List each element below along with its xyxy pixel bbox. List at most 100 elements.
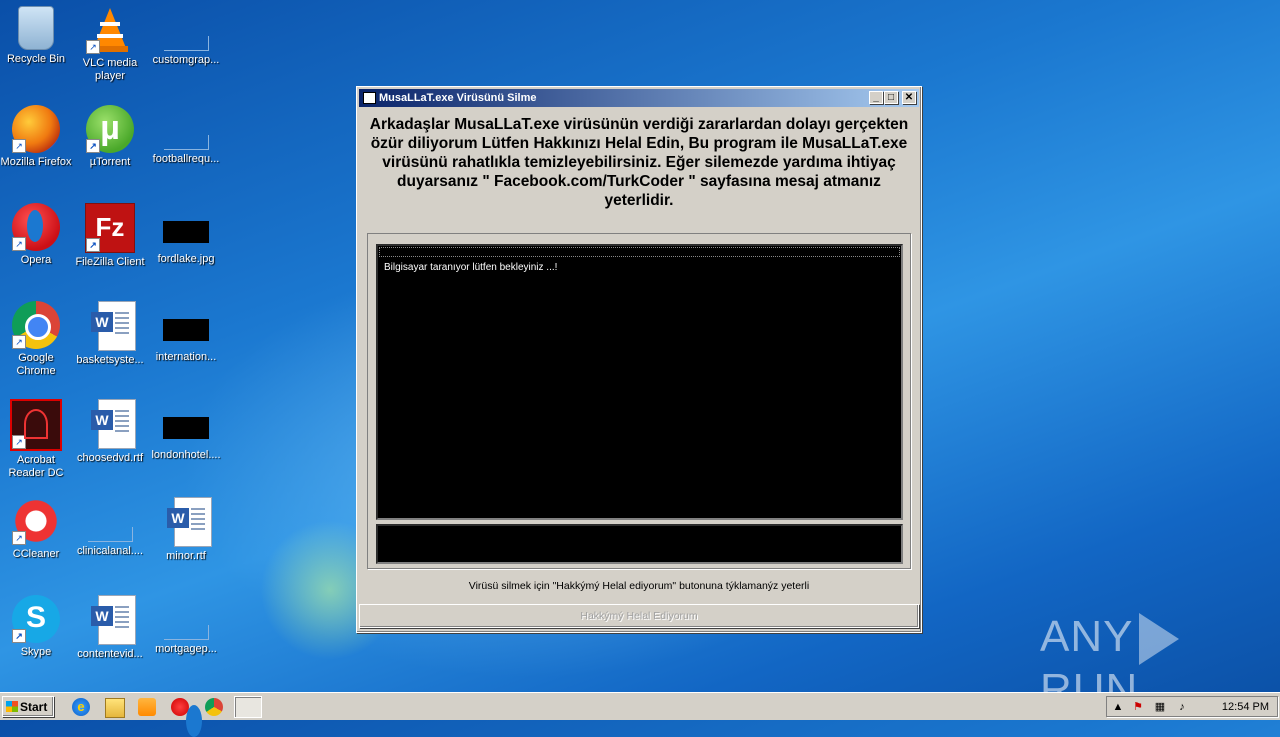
scan-status-text: Bilgisayar taranıyor lütfen bekleyiniz .… <box>384 262 558 273</box>
image-file-icon <box>163 319 209 341</box>
windows-logo-icon <box>6 701 18 712</box>
desktop-icon-label: londonhotel.... <box>151 449 221 461</box>
filezilla-icon: Fz ↗ <box>85 203 135 253</box>
opera-taskbar-icon[interactable] <box>171 698 202 737</box>
desktop-icon-label: footballrequ... <box>152 153 220 165</box>
desktop-icon-internation[interactable]: internation... <box>148 301 224 364</box>
desktop-icon-label: Skype <box>20 646 52 658</box>
desktop-icon-label: FileZilla Client <box>75 256 145 268</box>
taskbar: Start e ▲ ⚑ ▦ ♪ 12:54 PM <box>0 692 1280 737</box>
desktop-icon-footballrequ[interactable]: footballrequ... <box>148 105 224 166</box>
shortcut-arrow-icon: ↗ <box>12 629 26 643</box>
maximize-button[interactable]: □ <box>884 91 898 104</box>
desktop-icon-recycle-bin[interactable]: Recycle Bin <box>0 6 74 66</box>
desktop-icon-label: choosedvd.rtf <box>76 452 144 464</box>
scan-output-box[interactable]: Bilgisayar taranıyor lütfen bekleyiniz .… <box>376 244 903 520</box>
desktop-icon-firefox[interactable]: ↗ Mozilla Firefox <box>0 105 74 169</box>
firefox-icon: ↗ <box>12 105 60 153</box>
minimize-button[interactable]: _ <box>869 91 883 104</box>
desktop-icon-label: µTorrent <box>89 156 131 168</box>
desktop-icon-label: Acrobat Reader DC <box>8 454 64 479</box>
active-app-taskbar-button[interactable] <box>234 696 262 718</box>
desktop-icon-opera[interactable]: ↗ Opera <box>0 203 74 267</box>
explorer-folder-icon[interactable] <box>105 698 125 718</box>
start-label: Start <box>20 700 48 714</box>
shortcut-arrow-icon: ↗ <box>12 237 26 251</box>
virus-removal-window: MusaLLaT.exe Virüsünü Silme _ □ ✕ Arkada… <box>356 86 922 633</box>
desktop-icon-label: mortgagep... <box>155 643 217 655</box>
close-button[interactable]: ✕ <box>902 91 916 104</box>
internet-explorer-icon[interactable]: e <box>72 698 90 716</box>
desktop-icon-label: customgrap... <box>152 54 220 66</box>
desktop-icon-label: internation... <box>155 351 217 363</box>
desktop-icon-clinicalanal[interactable]: clinicalanal.... <box>72 497 148 558</box>
desktop-icon-label: Google Chrome <box>16 352 56 377</box>
blank-file-icon <box>87 527 133 542</box>
desktop-icon-contentevid[interactable]: W contentevid... <box>72 595 148 661</box>
blank-file-icon <box>163 625 209 640</box>
desktop-icon-label: Recycle Bin <box>6 53 66 65</box>
desktop-icon-fordlake[interactable]: fordlake.jpg <box>148 203 224 266</box>
desktop-icon-chrome[interactable]: ↗ Google Chrome <box>0 301 74 378</box>
desktop-icon-utorrent[interactable]: µ ↗ µTorrent <box>72 105 148 169</box>
chrome-taskbar-icon[interactable] <box>205 698 223 716</box>
window-titlebar[interactable]: MusaLLaT.exe Virüsünü Silme _ □ ✕ <box>359 89 919 107</box>
clock[interactable]: 12:54 PM <box>1222 697 1269 717</box>
image-file-icon <box>163 221 209 243</box>
play-logo-icon <box>1139 613 1180 666</box>
window-title: MusaLLaT.exe Virüsünü Silme <box>379 92 537 104</box>
blank-file-icon <box>163 36 209 51</box>
shortcut-arrow-icon: ↗ <box>12 335 26 349</box>
ccleaner-icon: ↗ <box>12 497 60 545</box>
desktop-icon-vlc[interactable]: ↗ VLC media player <box>72 6 148 83</box>
desktop-icon-label: Mozilla Firefox <box>0 156 72 168</box>
secondary-output-box[interactable] <box>376 524 903 564</box>
word-doc-icon: W <box>91 399 136 449</box>
desktop-icon-mortgagep[interactable]: mortgagep... <box>148 595 224 656</box>
shortcut-arrow-icon: ↗ <box>86 40 100 54</box>
focus-line <box>379 247 900 257</box>
desktop-icon-label: CCleaner <box>12 548 60 560</box>
recycle-bin-icon <box>18 6 54 50</box>
desktop-icon-filezilla[interactable]: Fz ↗ FileZilla Client <box>72 203 148 269</box>
desktop-icon-basketsystem[interactable]: W basketsyste... <box>72 301 148 367</box>
shortcut-arrow-icon: ↗ <box>12 139 26 153</box>
desktop-icon-label: contentevid... <box>77 648 143 660</box>
desktop-icon-ccleaner[interactable]: ↗ CCleaner <box>0 497 74 561</box>
app-window-icon <box>363 92 376 104</box>
desktop-icon-skype[interactable]: S ↗ Skype <box>0 595 74 659</box>
desktop-icon-acrobat[interactable]: ↗ Acrobat Reader DC <box>0 399 74 480</box>
chrome-icon: ↗ <box>12 301 60 349</box>
network-icon[interactable]: ▦ <box>1153 700 1167 714</box>
desktop-icon-choosedvd[interactable]: W choosedvd.rtf <box>72 399 148 465</box>
image-file-icon <box>163 417 209 439</box>
apology-message: Arkadaşlar MusaLLaT.exe virüsünün verdiğ… <box>369 116 909 209</box>
desktop-icon-label: clinicalanal.... <box>76 545 144 557</box>
system-tray: ▲ ⚑ ▦ ♪ 12:54 PM <box>1106 696 1278 717</box>
desktop-icon-customgrap[interactable]: customgrap... <box>148 6 224 67</box>
vlc-icon: ↗ <box>86 6 134 54</box>
utorrent-icon: µ ↗ <box>86 105 134 153</box>
desktop-icon-label: Opera <box>20 254 52 266</box>
desktop-icon-label: basketsyste... <box>76 354 144 366</box>
blank-file-icon <box>163 135 209 150</box>
tray-expand-icon[interactable]: ▲ <box>1111 700 1125 714</box>
instruction-text: Virüsü silmek için "Hakkýmý Helal ediyor… <box>468 580 810 592</box>
watermark-left: ANY <box>1040 612 1134 661</box>
start-button[interactable]: Start <box>2 696 54 717</box>
volume-icon[interactable]: ♪ <box>1175 700 1189 714</box>
delete-virus-button[interactable]: Hakkýmý Helal Ediyorum <box>359 604 919 628</box>
word-doc-icon: W <box>167 497 212 547</box>
word-doc-icon: W <box>91 595 136 645</box>
desktop-icon-minor[interactable]: W minor.rtf <box>148 497 224 563</box>
word-doc-icon: W <box>91 301 136 351</box>
media-player-icon[interactable] <box>138 698 156 716</box>
action-center-icon[interactable]: ⚑ <box>1131 700 1145 714</box>
shortcut-arrow-icon: ↗ <box>12 531 26 545</box>
shortcut-arrow-icon: ↗ <box>86 139 100 153</box>
desktop-icon-label: minor.rtf <box>166 550 206 562</box>
shortcut-arrow-icon: ↗ <box>86 238 100 252</box>
desktop-icon-londonhotel[interactable]: londonhotel.... <box>148 399 224 462</box>
skype-icon: S ↗ <box>12 595 60 643</box>
desktop-icon-label: VLC media player <box>82 57 138 82</box>
